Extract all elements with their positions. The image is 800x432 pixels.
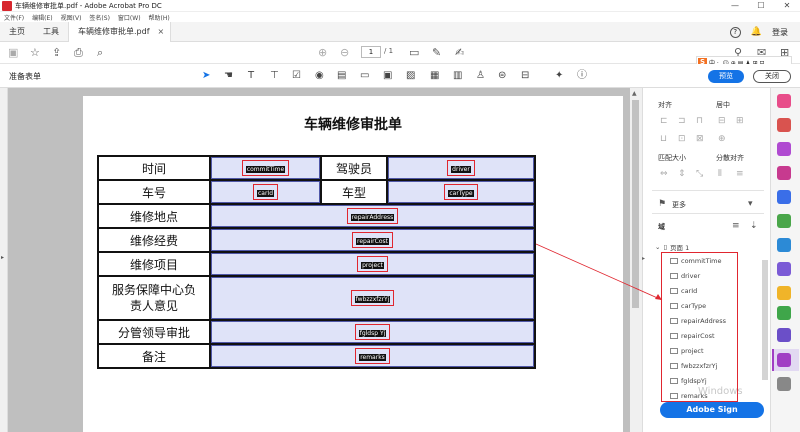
shield-icon[interactable] — [777, 328, 791, 342]
comment-tool-icon[interactable] — [777, 286, 791, 300]
organize-icon[interactable] — [777, 166, 791, 180]
protect-icon[interactable] — [777, 238, 791, 252]
scan-icon[interactable] — [777, 214, 791, 228]
prepare-form-icon[interactable] — [777, 353, 791, 367]
fill-sign-icon[interactable] — [777, 306, 791, 320]
edit-pdf-icon[interactable] — [777, 142, 791, 156]
export-pdf-icon[interactable] — [777, 94, 791, 108]
create-pdf-icon[interactable] — [777, 118, 791, 132]
annotation-arrow — [535, 243, 663, 301]
optimize-icon[interactable] — [777, 262, 791, 276]
arrow-line — [535, 243, 663, 301]
more-tools-icon[interactable] — [777, 377, 791, 391]
combine-icon[interactable] — [777, 190, 791, 204]
